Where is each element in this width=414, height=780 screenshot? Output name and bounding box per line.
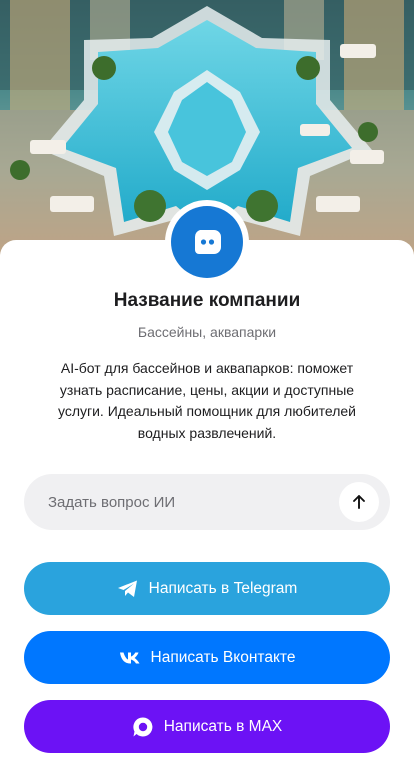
ask-ai-field[interactable] (24, 474, 390, 530)
telegram-icon (117, 579, 139, 599)
company-description: AI-бот для бассейнов и аквапарков: помож… (57, 360, 357, 441)
max-button[interactable]: Написать в MAX (24, 700, 390, 753)
ask-ai-input[interactable] (48, 474, 348, 530)
company-logo (165, 200, 249, 284)
vk-button-label: Написать Вконтакте (150, 648, 296, 666)
send-button[interactable] (339, 482, 379, 522)
company-name: Название компании (113, 290, 301, 311)
chat-bot-icon (191, 226, 223, 258)
vk-button[interactable]: Написать Вконтакте (24, 631, 390, 684)
telegram-button-label: Написать в Telegram (148, 579, 298, 597)
telegram-button[interactable]: Написать в Telegram (24, 562, 390, 615)
max-icon (132, 716, 154, 738)
vk-icon (119, 651, 141, 665)
arrow-up-icon (351, 494, 367, 510)
max-button-label: Написать в MAX (163, 717, 283, 735)
company-category: Бассейны, аквапарки (137, 324, 277, 340)
